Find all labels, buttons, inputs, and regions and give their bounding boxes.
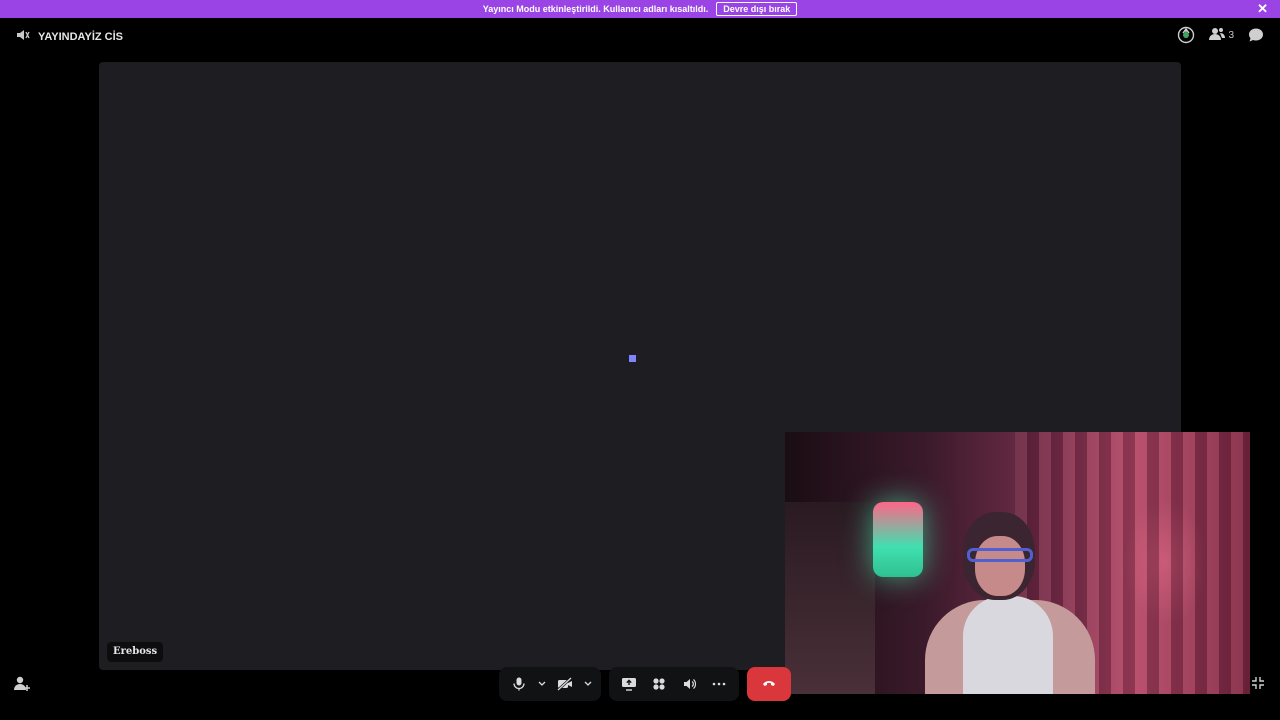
call-header: YAYINDAYİZ CİS 3 — [0, 18, 1280, 52]
screen-share-icon[interactable] — [615, 670, 643, 698]
webcam-person — [925, 512, 1095, 694]
close-icon[interactable]: ✕ — [1257, 1, 1268, 17]
call-controls — [499, 667, 791, 701]
background-lamp — [873, 502, 923, 577]
minimize-icon[interactable] — [1251, 676, 1265, 695]
invite-user-icon[interactable] — [13, 675, 31, 698]
camera-off-icon[interactable] — [551, 670, 579, 698]
more-icon[interactable] — [705, 670, 733, 698]
microphone-icon[interactable] — [505, 670, 533, 698]
mic-options-chevron-down-icon[interactable] — [535, 670, 549, 698]
banner-message: Yayıncı Modu etkinleştirildi. Kullanıcı … — [482, 4, 709, 14]
participant-name-tag: Ereboss — [107, 642, 164, 662]
disconnect-button[interactable] — [747, 667, 791, 701]
activity-controls-group — [609, 667, 739, 701]
camera-options-chevron-down-icon[interactable] — [581, 670, 595, 698]
webcam-video-tile[interactable] — [785, 432, 1250, 694]
activities-icon[interactable] — [645, 670, 673, 698]
people-icon — [1209, 27, 1226, 44]
activity-icon[interactable] — [1177, 26, 1195, 44]
soundboard-icon[interactable] — [675, 670, 703, 698]
voice-channel-icon — [16, 28, 30, 45]
channel-title: YAYINDAYİZ CİS — [16, 28, 123, 45]
loading-indicator — [629, 355, 636, 362]
chat-bubble-icon[interactable] — [1248, 27, 1264, 43]
header-actions: 3 — [1177, 26, 1264, 44]
participants-button[interactable]: 3 — [1209, 27, 1234, 44]
disable-streamer-mode-button[interactable]: Devre dışı bırak — [716, 2, 798, 16]
streamer-mode-banner: Yayıncı Modu etkinleştirildi. Kullanıcı … — [0, 0, 1280, 18]
av-controls-group — [499, 667, 601, 701]
participants-count: 3 — [1228, 29, 1234, 41]
background-shelf — [785, 502, 875, 694]
hangup-icon — [762, 675, 776, 693]
channel-name: YAYINDAYİZ CİS — [38, 30, 123, 43]
